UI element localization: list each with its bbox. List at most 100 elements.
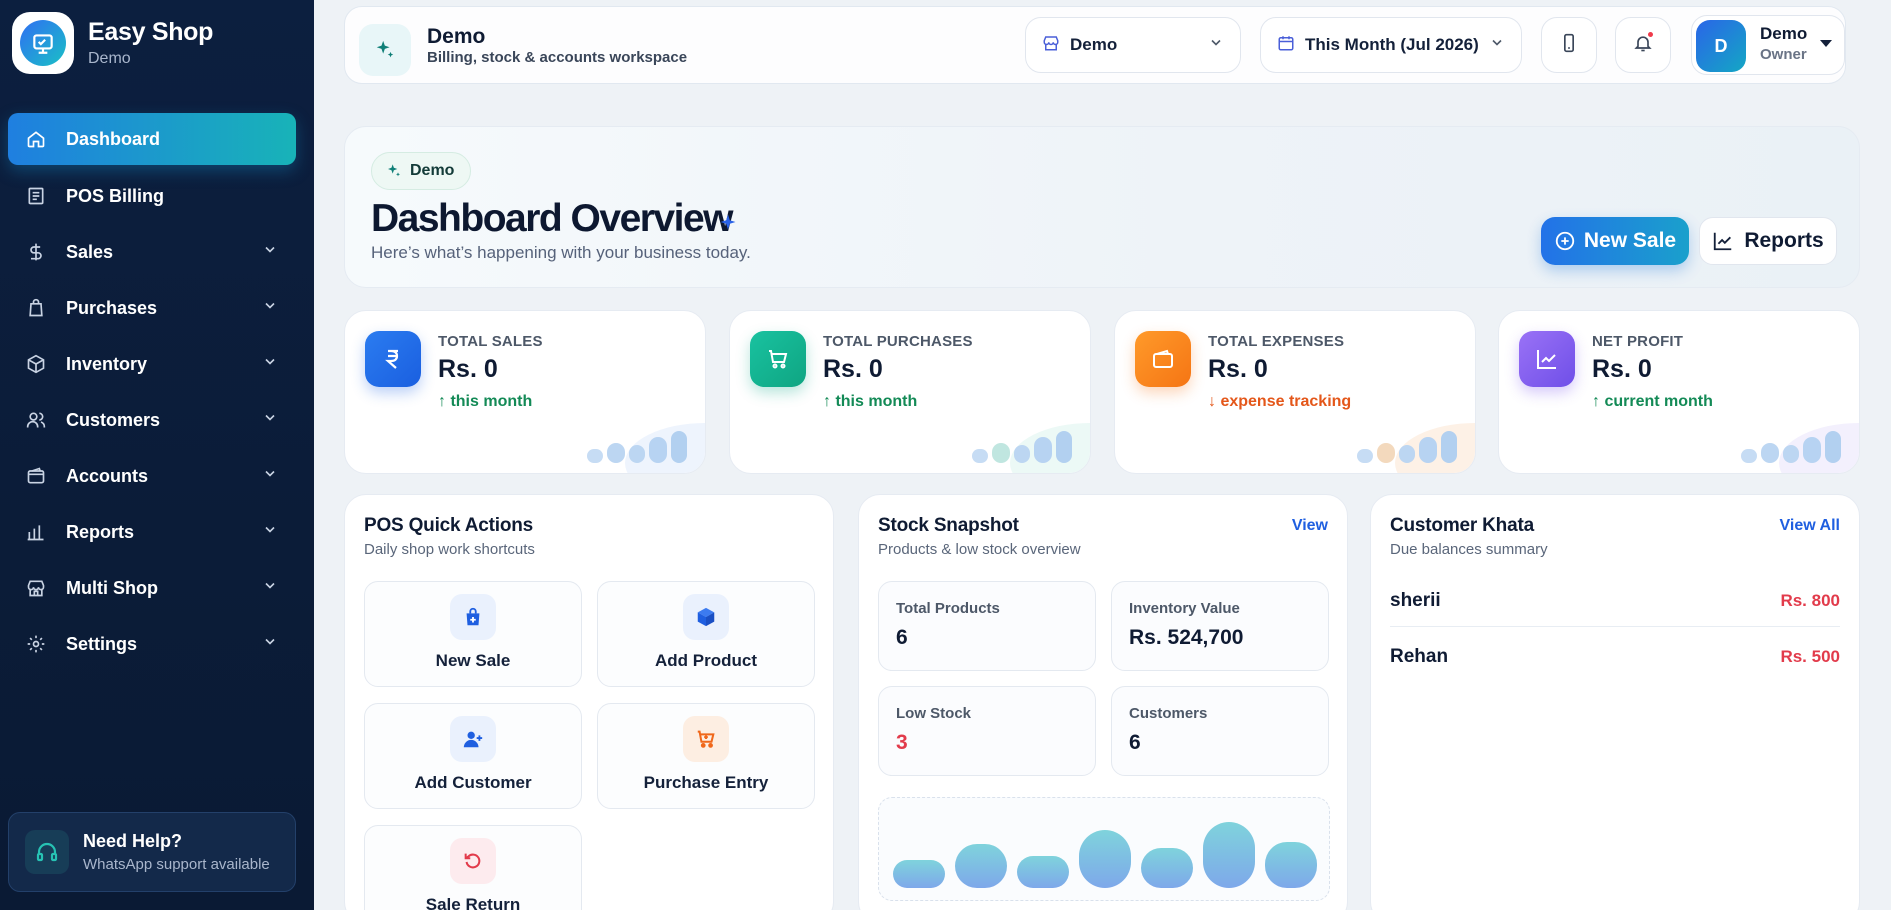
chevron-down-icon[interactable] bbox=[262, 242, 278, 263]
panel-subtitle: Products & low stock overview bbox=[878, 541, 1081, 558]
stock-tile-total-products: Total Products 6 bbox=[878, 581, 1096, 671]
sidebar-item-label: Purchases bbox=[66, 297, 158, 318]
stock-tile-label: Inventory Value bbox=[1129, 600, 1240, 617]
sparkbar-decoration bbox=[1741, 423, 1859, 473]
gear-icon bbox=[24, 632, 48, 656]
khata-customer-name: Rehan bbox=[1390, 646, 1449, 667]
sidebar-item-label: POS Billing bbox=[66, 185, 165, 206]
sparkbar-decoration bbox=[972, 423, 1090, 473]
mobile-view-button[interactable] bbox=[1541, 17, 1597, 73]
cube-icon bbox=[683, 594, 729, 640]
wallet-icon bbox=[1135, 331, 1191, 387]
sidebar-item-inventory[interactable]: Inventory bbox=[8, 339, 296, 389]
sidebar-item-purchases[interactable]: Purchases bbox=[8, 283, 296, 333]
panel-title: POS Quick Actions bbox=[364, 515, 534, 536]
plus-circle-icon bbox=[1555, 231, 1575, 251]
chevron-down-icon[interactable] bbox=[262, 634, 278, 655]
stat-card-total-expenses[interactable]: TOTAL EXPENSES Rs. 0 ↓ expense tracking bbox=[1114, 310, 1476, 474]
chevron-down-icon[interactable] bbox=[262, 354, 278, 375]
khata-row[interactable]: Rehan Rs. 500 bbox=[1390, 631, 1840, 683]
quick-action-add-product[interactable]: Add Product bbox=[597, 581, 815, 687]
quick-action-label: Sale Return bbox=[425, 895, 521, 910]
sidebar-item-label: Reports bbox=[66, 521, 135, 542]
arrow-up-icon: ↑ bbox=[823, 393, 831, 410]
notifications-button[interactable] bbox=[1615, 17, 1671, 73]
stat-trend: ↑ this month bbox=[438, 393, 532, 411]
quick-action-sale-return[interactable]: Sale Return bbox=[364, 825, 582, 910]
panel-subtitle: Daily shop work shortcuts bbox=[364, 541, 535, 558]
stock-tile-value: 6 bbox=[1129, 731, 1141, 754]
chevron-down-icon[interactable] bbox=[262, 410, 278, 431]
view-all-khata-link[interactable]: View All bbox=[1780, 517, 1840, 535]
sidebar-nav: Dashboard POS Billing Sales Purchases In… bbox=[8, 113, 296, 675]
stat-trend: ↓ expense tracking bbox=[1208, 393, 1351, 411]
pos-quick-actions-panel: POS Quick Actions Daily shop work shortc… bbox=[344, 494, 834, 910]
cart-plus-icon bbox=[683, 716, 729, 762]
sidebar-item-customers[interactable]: Customers bbox=[8, 395, 296, 445]
quick-action-new-sale[interactable]: New Sale bbox=[364, 581, 582, 687]
user-menu[interactable]: D Demo Owner bbox=[1691, 15, 1845, 75]
user-name: Demo bbox=[1760, 24, 1808, 43]
shop-select[interactable]: Demo bbox=[1025, 17, 1241, 73]
sidebar-item-dashboard[interactable]: Dashboard bbox=[8, 113, 296, 165]
stat-card-total-purchases[interactable]: TOTAL PURCHASES Rs. 0 ↑ this month bbox=[729, 310, 1091, 474]
quick-action-label: Purchase Entry bbox=[643, 773, 769, 792]
calendar-icon bbox=[1277, 34, 1295, 57]
reports-button[interactable]: Reports bbox=[1699, 217, 1837, 265]
sidebar-item-settings[interactable]: Settings bbox=[8, 619, 296, 669]
sidebar-item-label: Inventory bbox=[66, 353, 148, 374]
bag-icon bbox=[24, 296, 48, 320]
wallet-icon bbox=[24, 464, 48, 488]
quick-action-add-customer[interactable]: Add Customer bbox=[364, 703, 582, 809]
chevron-down-icon[interactable] bbox=[262, 522, 278, 543]
brand[interactable]: Easy Shop Demo bbox=[12, 12, 213, 74]
stock-tile-customers: Customers 6 bbox=[1111, 686, 1329, 776]
view-stock-link[interactable]: View bbox=[1292, 517, 1328, 535]
stat-trend-label: this month bbox=[835, 393, 918, 410]
sparkle-icon bbox=[719, 213, 737, 236]
user-role: Owner bbox=[1760, 46, 1807, 63]
date-range-select[interactable]: This Month (Jul 2026) bbox=[1260, 17, 1522, 73]
page-title: Dashboard Overview bbox=[371, 197, 733, 240]
topbar: Demo Billing, stock & accounts workspace… bbox=[344, 6, 1846, 84]
chevron-down-icon[interactable] bbox=[262, 466, 278, 487]
help-subtitle: WhatsApp support available bbox=[83, 856, 270, 873]
sidebar-item-label: Dashboard bbox=[66, 128, 161, 149]
stock-mini-chart bbox=[878, 797, 1330, 901]
customer-khata-panel: Customer Khata Due balances summary View… bbox=[1370, 494, 1860, 910]
chevron-down-icon[interactable] bbox=[262, 298, 278, 319]
bar-chart-icon bbox=[24, 520, 48, 544]
new-sale-button[interactable]: New Sale bbox=[1541, 217, 1689, 265]
box-icon bbox=[24, 352, 48, 376]
sidebar-item-sales[interactable]: Sales bbox=[8, 227, 296, 277]
sidebar-item-reports[interactable]: Reports bbox=[8, 507, 296, 557]
help-title: Need Help? bbox=[83, 831, 183, 851]
rotate-ccw-icon bbox=[450, 838, 496, 884]
stat-card-total-sales[interactable]: TOTAL SALES Rs. 0 ↑ this month bbox=[344, 310, 706, 474]
sidebar-item-label: Customers bbox=[66, 409, 161, 430]
hero-panel: Demo Dashboard Overview Here’s what’s ha… bbox=[344, 126, 1860, 288]
shopping-bag-icon bbox=[450, 594, 496, 640]
cart-icon bbox=[750, 331, 806, 387]
quick-action-label: Add Customer bbox=[414, 773, 532, 792]
help-card[interactable]: Need Help? WhatsApp support available bbox=[8, 812, 296, 892]
workspace-title: Demo bbox=[427, 25, 486, 48]
stat-value: Rs. 0 bbox=[823, 355, 883, 383]
sparkbar-decoration bbox=[587, 423, 705, 473]
sidebar-item-pos-billing[interactable]: POS Billing bbox=[8, 171, 296, 221]
sidebar-item-multi-shop[interactable]: Multi Shop bbox=[8, 563, 296, 613]
receipt-icon bbox=[24, 184, 48, 208]
chevron-down-icon[interactable] bbox=[262, 578, 278, 599]
sidebar-item-label: Settings bbox=[66, 633, 138, 654]
stock-tile-value: Rs. 524,700 bbox=[1129, 626, 1244, 649]
sidebar-item-label: Sales bbox=[66, 241, 114, 262]
sidebar-item-accounts[interactable]: Accounts bbox=[8, 451, 296, 501]
khata-due-amount: Rs. 500 bbox=[1780, 647, 1840, 666]
sparkle-icon bbox=[359, 24, 411, 76]
new-sale-label: New Sale bbox=[1583, 229, 1677, 252]
stat-card-net-profit[interactable]: NET PROFIT Rs. 0 ↑ current month bbox=[1498, 310, 1860, 474]
rupee-icon bbox=[365, 331, 421, 387]
quick-action-purchase-entry[interactable]: Purchase Entry bbox=[597, 703, 815, 809]
headset-icon bbox=[25, 830, 69, 874]
khata-row[interactable]: sherii Rs. 800 bbox=[1390, 575, 1840, 627]
